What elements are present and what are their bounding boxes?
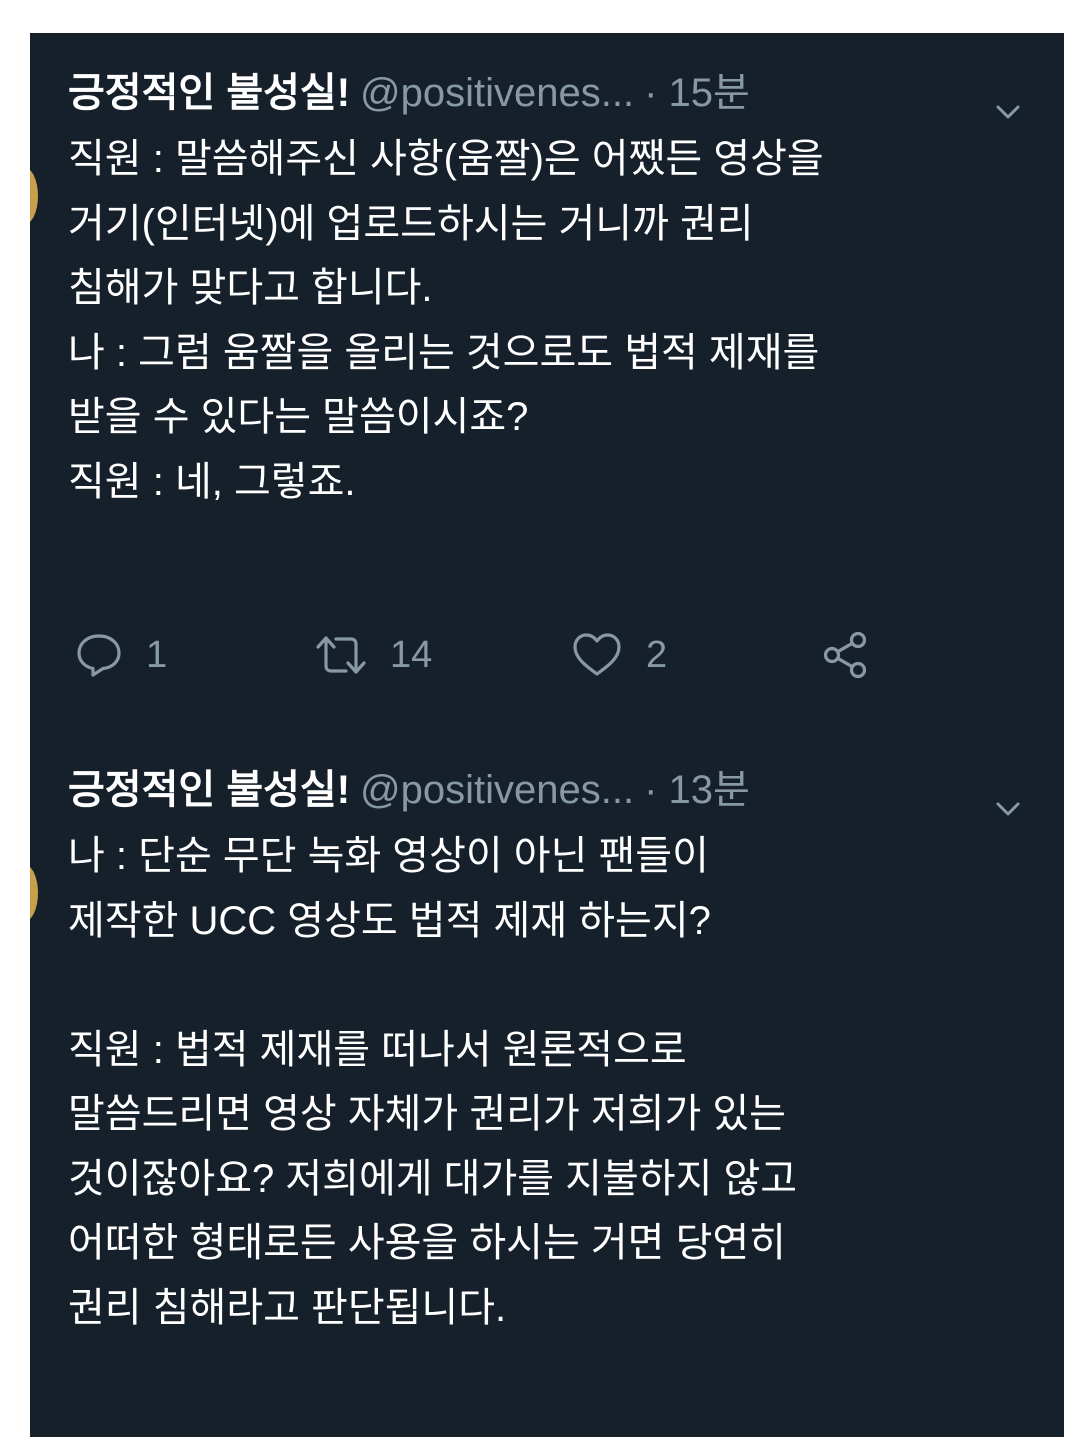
user-handle[interactable]: @positivenes... [360, 71, 634, 115]
display-name[interactable]: 긍정적인 불성실! [68, 71, 350, 115]
display-name[interactable]: 긍정적인 불성실! [68, 768, 350, 812]
share-button[interactable] [818, 625, 872, 685]
retweet-icon [314, 630, 368, 680]
timeline-panel: 긍정적인 불성실! @positivenes... · 15분 직원 : 말씀해주신… [30, 33, 1064, 1437]
like-count: 2 [646, 633, 668, 676]
share-icon [818, 628, 872, 682]
heart-icon [570, 630, 624, 680]
reply-button[interactable]: 1 [74, 625, 167, 685]
retweet-count: 14 [390, 633, 433, 676]
user-handle[interactable]: @positivenes... [360, 768, 634, 812]
tweet-time[interactable]: · 13분 [644, 768, 750, 812]
avatar[interactable] [30, 865, 38, 921]
tweet-header: 긍정적인 불성실! @positivenes... · 15분 [68, 63, 1058, 123]
like-button[interactable]: 2 [570, 625, 667, 685]
reply-icon [74, 630, 124, 680]
tweet-text: 나 : 단순 무단 녹화 영상이 아닌 팬들이 제작한 UCC 영상도 법적 제… [68, 834, 798, 1330]
chevron-down-icon[interactable] [994, 778, 1022, 816]
avatar[interactable] [30, 168, 38, 224]
chevron-down-icon[interactable] [994, 81, 1022, 119]
tweet-actions: 1 14 2 [74, 625, 974, 685]
tweet-text: 직원 : 말씀해주신 사항(움짤)은 어쨌든 영상을 거기(인터넷)에 업로드하… [68, 137, 824, 504]
retweet-button[interactable]: 14 [314, 625, 432, 685]
tweet-header: 긍정적인 불성실! @positivenes... · 13분 [68, 760, 1058, 820]
reply-count: 1 [146, 633, 168, 676]
tweet-time[interactable]: · 15분 [644, 71, 750, 115]
